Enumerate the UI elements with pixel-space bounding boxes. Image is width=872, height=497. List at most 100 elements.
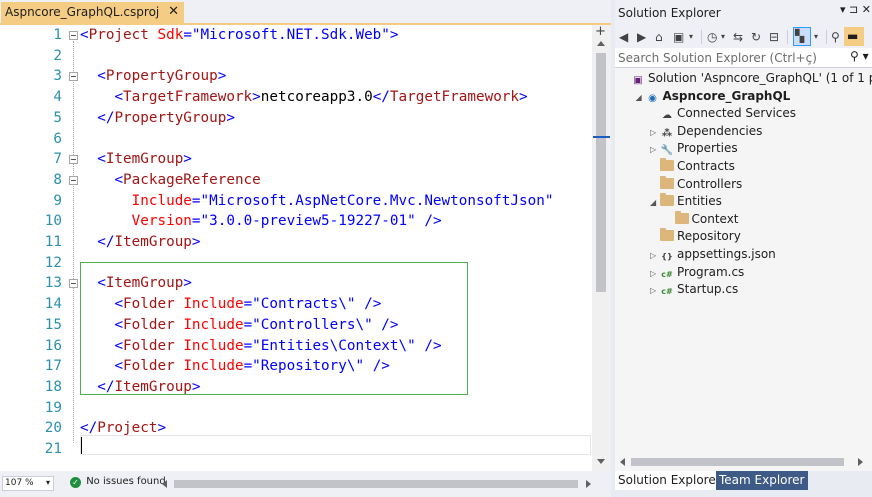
collapse-outline-icon[interactable] [69, 279, 78, 289]
code-line[interactable]: 6 [0, 129, 592, 150]
folder-icon [660, 175, 674, 189]
scroll-down-icon[interactable] [597, 459, 605, 464]
collapse-outline-icon[interactable] [69, 31, 78, 40]
panel-window-controls[interactable]: ▾ ⊐ ✕ [840, 3, 871, 16]
tree-item-label: Solution 'Aspncore_GraphQL' (1 of 1 proj… [648, 71, 872, 85]
scroll-right-icon[interactable] [586, 480, 591, 488]
code-token: netcoreapp3.0 [260, 89, 373, 106]
code-token: > [252, 89, 261, 106]
code-token: < [80, 27, 89, 43]
code-area[interactable]: 1 <Project Sdk="Microsoft.NET.Sdk.Web"> 2 3… [0, 25, 592, 471]
collapse-all-icon[interactable]: ⊟ [769, 29, 779, 45]
pending-changes-icon[interactable]: ◷ [707, 29, 717, 45]
line-number: 5 [53, 109, 62, 126]
code-line[interactable]: 7 <ItemGroup> [0, 149, 592, 170]
tree-horizontal-scrollbar[interactable] [615, 454, 872, 471]
document-tab[interactable]: Aspncore_GraphQL.csproj ✕ [1, 2, 184, 24]
home-icon[interactable]: ⌂ [655, 29, 663, 45]
forward-icon[interactable]: ▶ [637, 29, 646, 45]
scroll-thumb[interactable] [596, 53, 606, 292]
tree-item[interactable]: ◢ Entities [650, 193, 722, 210]
code-line[interactable]: 10 Version="3.0.0-preview5-19227-01" /> [0, 211, 592, 232]
solution-explorer-panel: Solution Explorer ▾ ⊐ ✕ ◀ ▶ ⌂ ▣ ▾ ◷ ▾ ⇆ … [615, 0, 872, 497]
tree-item-label: Entities [677, 194, 722, 209]
code-line[interactable]: 2 [0, 46, 592, 67]
editor-horizontal-scrollbar[interactable] [162, 477, 592, 491]
collapsed-arrow-icon[interactable]: ▷ [650, 124, 660, 141]
code-line[interactable]: 8 <PackageReference [0, 170, 592, 191]
code-line[interactable]: 9 Include="Microsoft.AspNetCore.Mvc.Newt… [0, 191, 592, 212]
code-line[interactable]: 1 <Project Sdk="Microsoft.NET.Sdk.Web"> [0, 25, 592, 46]
line-number: 21 [44, 441, 62, 457]
scroll-thumb[interactable] [174, 480, 578, 488]
chevron-down-icon[interactable]: ▾ [814, 29, 818, 45]
close-icon[interactable]: ✕ [168, 4, 179, 19]
line-number: 16 [44, 337, 62, 354]
tree-item[interactable]: ◢ ◉ Aspncore_GraphQL [636, 88, 791, 105]
scroll-up-icon[interactable] [597, 41, 605, 46]
tree-item[interactable]: ▷ 🔧 Properties [650, 140, 738, 157]
code-token: =" [183, 27, 201, 43]
tab-solution-explorer[interactable]: Solution Explorer [615, 471, 724, 490]
scroll-left-icon[interactable] [162, 480, 167, 488]
issues-indicator[interactable]: ✓ No issues found [70, 476, 166, 488]
sync-icon[interactable]: ⇆ [733, 29, 743, 45]
tree-item[interactable]: ▷ ⁂ Dependencies [650, 123, 762, 140]
code-text: <Project Sdk="Microsoft.NET.Sdk.Web"> [80, 25, 399, 46]
tree-item[interactable]: ▷{} appsettings.json [650, 246, 776, 263]
code-line[interactable]: 11 </ItemGroup> [0, 232, 592, 253]
tab-team-explorer[interactable]: Team Explorer [716, 471, 808, 490]
dependencies-icon: ⁂ [661, 127, 673, 139]
show-all-files-button[interactable]: ▚ [793, 27, 811, 46]
collapsed-arrow-icon[interactable]: ▷ [650, 282, 660, 299]
refresh-icon[interactable]: ↻ [751, 29, 761, 45]
switch-views-icon[interactable]: ▣ [673, 29, 684, 45]
tree-item[interactable]: Context [665, 210, 739, 228]
tree-item-label: Connected Services [677, 106, 797, 121]
collapsed-arrow-icon[interactable]: ▷ [650, 141, 660, 158]
issues-text: No issues found [86, 476, 166, 487]
tree-item[interactable]: ☁ Connected Services [650, 105, 796, 122]
expanded-arrow-icon[interactable]: ◢ [650, 194, 660, 211]
code-text: Version="3.0.0-preview5-19227-01" /> [80, 211, 442, 232]
line-number: 15 [44, 316, 62, 333]
chevron-down-icon[interactable]: ▾ [721, 29, 725, 45]
code-line[interactable]: 3 <PropertyGroup> [0, 66, 592, 87]
tree-item[interactable]: Contracts [650, 158, 735, 175]
folder-icon [660, 228, 674, 242]
search-input[interactable] [618, 49, 843, 67]
collapsed-arrow-icon[interactable]: ▷ [650, 265, 660, 282]
tree-item[interactable]: Controllers [650, 175, 742, 193]
code-line[interactable]: 5 </PropertyGroup> [0, 108, 592, 129]
code-text: Include="Microsoft.AspNetCore.Mvc.Newton… [80, 191, 554, 212]
tree-item[interactable]: ▣ Solution 'Aspncore_GraphQL' (1 of 1 pro… [621, 70, 872, 87]
expanded-arrow-icon[interactable]: ◢ [636, 89, 646, 106]
zoom-level-dropdown[interactable]: 107 % ▾ [2, 476, 54, 491]
tree-item[interactable]: ▷ c# Program.cs [650, 264, 744, 281]
collapse-outline-icon[interactable] [69, 155, 78, 165]
collapsed-arrow-icon[interactable]: ▷ [650, 247, 660, 264]
search-icon[interactable]: ⚲ ▾ [850, 49, 869, 63]
editor-vertical-scrollbar[interactable]: + [592, 25, 611, 471]
tree-item[interactable]: Repository [650, 228, 741, 245]
scroll-right-icon[interactable] [858, 458, 863, 466]
code-line[interactable]: 4 <TargetFramework>netcoreapp3.0</Target… [0, 87, 592, 108]
code-line[interactable]: 19 [0, 398, 592, 419]
scroll-left-icon[interactable] [620, 458, 625, 466]
chevron-down-icon[interactable]: ▾ [689, 29, 693, 45]
code-token: "> [381, 27, 399, 43]
preview-selected-button[interactable]: ▬ [844, 27, 864, 46]
properties-icon[interactable]: ⚲ [831, 29, 840, 45]
split-window-icon[interactable]: + [595, 25, 606, 38]
tree-item[interactable]: ▷ c# Startup.cs [650, 281, 738, 298]
collapse-outline-icon[interactable] [69, 72, 78, 82]
json-icon: {} [661, 252, 673, 261]
back-icon[interactable]: ◀ [619, 29, 628, 45]
collapse-outline-icon[interactable] [69, 175, 78, 185]
csharp-icon: c# [661, 287, 673, 297]
code-token: Version [131, 213, 192, 230]
code-token: Include [131, 192, 192, 209]
scroll-thumb[interactable] [631, 458, 844, 466]
